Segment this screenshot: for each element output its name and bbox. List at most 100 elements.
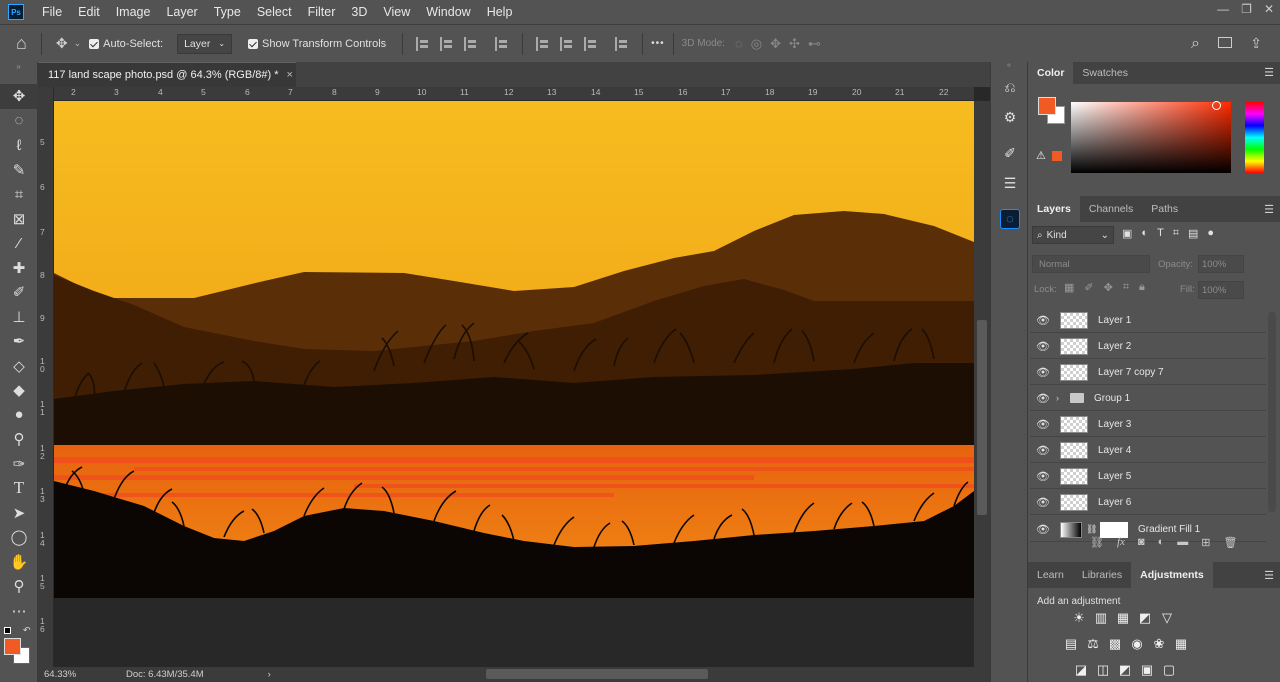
move-tool-icon[interactable]: ✥ <box>50 35 74 52</box>
panel-menu-icon[interactable]: ☰ <box>1264 203 1274 216</box>
align-top-icon[interactable] <box>536 36 550 51</box>
healing-brush-tool-icon[interactable]: ✚ <box>0 256 38 281</box>
align-center-icon[interactable] <box>440 36 454 51</box>
foreground-color-swatch[interactable] <box>4 638 21 655</box>
horizontal-scroll-thumb[interactable] <box>486 669 708 679</box>
search-icon[interactable]: ⌕ <box>1185 35 1206 53</box>
menu-view[interactable]: View <box>375 0 418 24</box>
visibility-eye-icon[interactable]: 👁︎ <box>1030 496 1056 509</box>
selective-color-icon[interactable]: ▣ <box>1139 662 1156 677</box>
color-picker-handle[interactable] <box>1212 101 1221 110</box>
layer-row[interactable]: 👁︎ Layer 3 <box>1030 412 1266 437</box>
menu-help[interactable]: Help <box>479 0 521 24</box>
pen-tool-icon[interactable]: ✑ <box>0 452 38 477</box>
lock-transparent-icon[interactable]: ▦ <box>1064 281 1074 294</box>
visibility-eye-icon[interactable]: 👁︎ <box>1030 418 1056 431</box>
status-menu-arrow[interactable]: › <box>268 669 271 680</box>
show-transform-checkbox[interactable]: Show Transform Controls <box>248 38 386 50</box>
gamut-warning-icon[interactable]: ⚠ <box>1036 149 1046 162</box>
fx-icon[interactable]: fx <box>1117 536 1125 549</box>
align-bottom-icon[interactable] <box>584 36 598 51</box>
document-tab[interactable]: 117 land scape photo.psd @ 64.3% (RGB/8#… <box>38 62 296 87</box>
photo-filter-icon[interactable]: ◉ <box>1129 636 1146 651</box>
default-colors-icon[interactable] <box>4 627 11 634</box>
workspace-icon[interactable] <box>1218 37 1232 48</box>
auto-select-checkbox[interactable]: Auto-Select: <box>89 38 163 50</box>
menu-layer[interactable]: Layer <box>158 0 205 24</box>
visibility-eye-icon[interactable]: 👁︎ <box>1030 392 1056 405</box>
gradient-map-icon[interactable]: ▢ <box>1161 662 1178 677</box>
layer-filter-dropdown[interactable]: ⌕ Kind ⌄ <box>1032 226 1114 244</box>
color-balance-icon[interactable]: ⚖ <box>1085 636 1102 651</box>
crop-tool-icon[interactable]: ⌗ <box>0 182 38 207</box>
zoom-tool-icon[interactable]: ⚲ <box>0 574 38 599</box>
toolbar-grip[interactable]: » <box>0 62 37 84</box>
new-layer-icon[interactable]: ⊞ <box>1201 536 1210 549</box>
pixel-filter-icon[interactable]: ▣ <box>1122 227 1132 240</box>
tab-channels[interactable]: Channels <box>1080 196 1142 222</box>
adjustments-sliders-icon[interactable]: ☰ <box>991 168 1029 198</box>
menu-file[interactable]: File <box>34 0 70 24</box>
ellipse-tool-icon[interactable]: ◯ <box>0 525 38 550</box>
horizontal-ruler[interactable]: 2 3 4 5 6 7 8 9 10 11 12 13 14 15 16 17 … <box>54 87 974 101</box>
black-white-icon[interactable]: ▩ <box>1107 636 1124 651</box>
hue-saturation-icon[interactable]: ▤ <box>1063 636 1080 651</box>
auto-select-dropdown[interactable]: Layer ⌄ <box>177 33 233 54</box>
marquee-tool-icon[interactable]: ◌ <box>0 109 38 134</box>
quick-select-tool-icon[interactable]: ✎ <box>0 158 38 183</box>
panel-menu-icon[interactable]: ☰ <box>1264 569 1274 582</box>
home-icon[interactable]: ⌂ <box>10 33 33 54</box>
menu-type[interactable]: Type <box>206 0 249 24</box>
invert-icon[interactable]: ◪ <box>1073 662 1090 677</box>
align-right-icon[interactable] <box>464 36 478 51</box>
clone-stamp-tool-icon[interactable]: ⊥ <box>0 305 38 330</box>
link-layers-icon[interactable]: ⛓ <box>1090 536 1104 549</box>
tab-paths[interactable]: Paths <box>1142 196 1187 222</box>
frame-tool-icon[interactable]: ⊠ <box>0 207 38 232</box>
filter-toggle-icon[interactable]: ● <box>1207 227 1214 240</box>
menu-edit[interactable]: Edit <box>70 0 108 24</box>
canvas-area[interactable] <box>54 101 974 667</box>
adjustment-filter-icon[interactable]: ◐ <box>1141 227 1148 240</box>
brightness-icon[interactable]: ☀ <box>1071 610 1088 625</box>
color-field[interactable] <box>1071 102 1231 173</box>
visibility-eye-icon[interactable]: 👁︎ <box>1030 366 1056 379</box>
brush-tool-icon[interactable]: ✐ <box>0 280 38 305</box>
checkbox-icon[interactable] <box>89 38 100 49</box>
minimize-button[interactable]: — <box>1217 2 1229 16</box>
3d-tools-icons[interactable]: ◌◎✥✣⊷ <box>735 36 829 52</box>
fill-field[interactable]: 100% <box>1198 281 1244 299</box>
vertical-ruler[interactable]: 5 6 7 8 9 1 0 1 1 1 2 1 3 1 4 1 5 1 6 <box>38 87 54 667</box>
opacity-field[interactable]: 100% <box>1198 255 1244 273</box>
blend-mode-dropdown[interactable]: Normal <box>1032 255 1150 273</box>
lock-all-icon[interactable]: 🔒︎ <box>1139 281 1145 294</box>
path-select-tool-icon[interactable]: ➤ <box>0 501 38 526</box>
menu-image[interactable]: Image <box>108 0 159 24</box>
chevron-down-icon[interactable]: ⌄ <box>74 38 82 49</box>
smart-object-filter-icon[interactable]: ▤ <box>1188 227 1198 240</box>
eraser-tool-icon[interactable]: ◇ <box>0 354 38 379</box>
adjustment-layer-icon[interactable]: ◐ <box>1158 536 1165 549</box>
zoom-level[interactable]: 64.33% <box>44 669 116 680</box>
distribute-vertical-icon[interactable] <box>615 36 629 51</box>
menu-select[interactable]: Select <box>249 0 300 24</box>
visibility-eye-icon[interactable]: 👁︎ <box>1030 470 1056 483</box>
visibility-eye-icon[interactable]: 👁︎ <box>1030 340 1056 353</box>
landscape-artwork[interactable] <box>54 101 974 667</box>
dodge-tool-icon[interactable]: ⚲ <box>0 427 38 452</box>
vertical-scroll-thumb[interactable] <box>977 320 987 515</box>
align-left-icon[interactable] <box>416 36 430 51</box>
layer-row[interactable]: 👁︎ Layer 1 <box>1030 308 1266 333</box>
tab-color[interactable]: Color <box>1028 62 1074 84</box>
visibility-eye-icon[interactable]: 👁︎ <box>1030 314 1056 327</box>
gamut-color-chip[interactable] <box>1052 151 1062 161</box>
swap-colors-icon[interactable]: ↶ <box>23 625 31 636</box>
lock-position-icon[interactable]: ✥ <box>1104 281 1113 294</box>
lasso-tool-icon[interactable]: ℓ <box>0 133 38 158</box>
type-filter-icon[interactable]: T <box>1157 227 1164 240</box>
panel-menu-icon[interactable]: ☰ <box>1264 66 1274 79</box>
threshold-icon[interactable]: ◩ <box>1117 662 1134 677</box>
lock-pixels-icon[interactable]: ✐ <box>1084 281 1093 294</box>
channel-mixer-icon[interactable]: ❀ <box>1151 636 1168 651</box>
history-icon[interactable]: ⎌ <box>991 72 1029 102</box>
